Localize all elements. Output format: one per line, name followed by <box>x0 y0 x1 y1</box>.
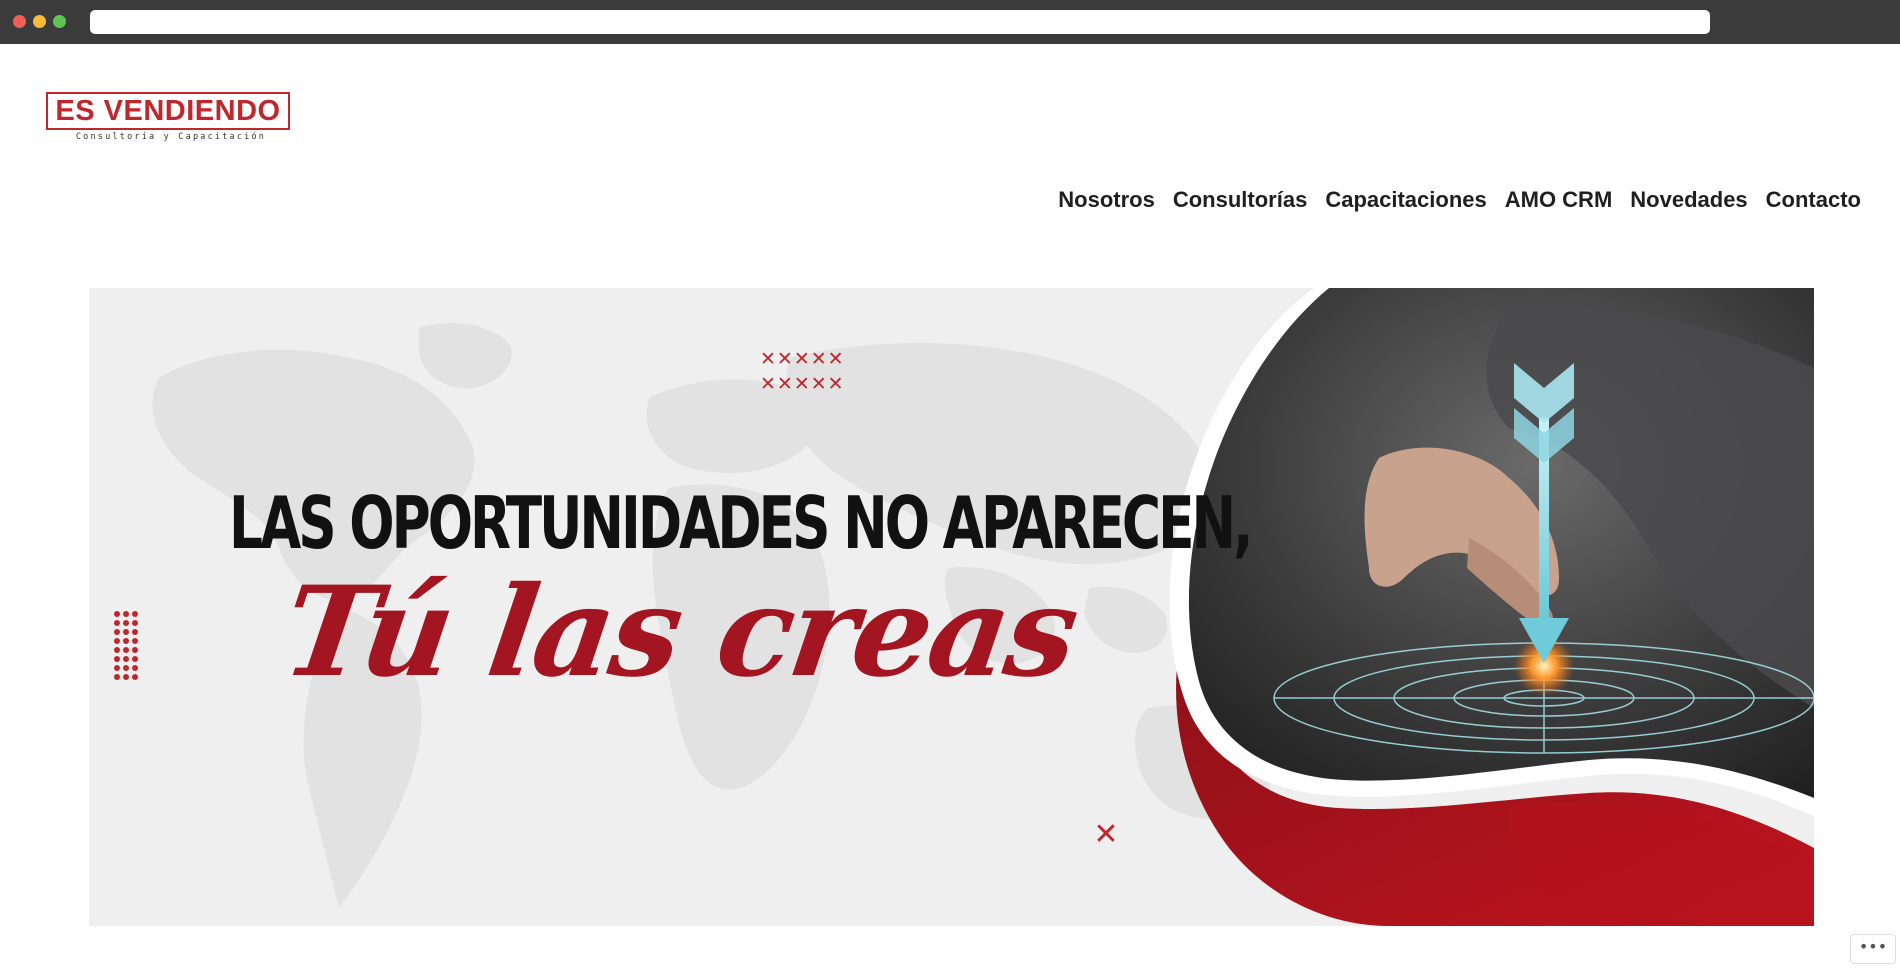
nav-item-nosotros[interactable]: Nosotros <box>1049 186 1164 214</box>
site-logo[interactable]: ES VENDIENDO Consultoría y Capacitación <box>46 92 296 146</box>
x-pattern-row: ✕✕✕✕✕ <box>760 373 845 395</box>
nav-item-amo-crm[interactable]: AMO CRM <box>1496 186 1622 214</box>
nav-item-novedades[interactable]: Novedades <box>1621 186 1756 214</box>
nav-item-consultorias[interactable]: Consultorías <box>1164 186 1316 214</box>
window-minimize-button[interactable] <box>33 15 46 28</box>
nav-item-contacto[interactable]: Contacto <box>1757 186 1870 214</box>
browser-titlebar <box>0 0 1900 44</box>
hero-script-text: Tú las creas <box>274 560 1084 705</box>
window-close-button[interactable] <box>13 15 26 28</box>
main-nav: Nosotros Consultorías Capacitaciones AMO… <box>1049 186 1870 214</box>
logo-subtitle: Consultoría y Capacitación <box>75 132 267 142</box>
x-pattern-row: ✕✕✕✕✕ <box>760 348 845 370</box>
logo-title: ES VENDIENDO <box>46 92 290 130</box>
more-dots-icon[interactable]: ••• <box>1850 934 1896 964</box>
nav-item-capacitaciones[interactable]: Capacitaciones <box>1316 186 1495 214</box>
address-bar[interactable] <box>90 10 1710 34</box>
x-pattern-decoration: ✕✕✕✕✕ ✕✕✕✕✕ <box>760 347 856 397</box>
window-maximize-button[interactable] <box>53 15 66 28</box>
dot-pattern-decoration <box>112 609 139 681</box>
close-icon[interactable]: ✕ <box>1089 818 1123 852</box>
hero-banner: ✕✕✕✕✕ ✕✕✕✕✕ LAS OPORTUNIDADES NO APARECE… <box>89 288 1814 926</box>
hero-headline: LAS OPORTUNIDADES NO APARECEN, <box>229 481 1253 565</box>
